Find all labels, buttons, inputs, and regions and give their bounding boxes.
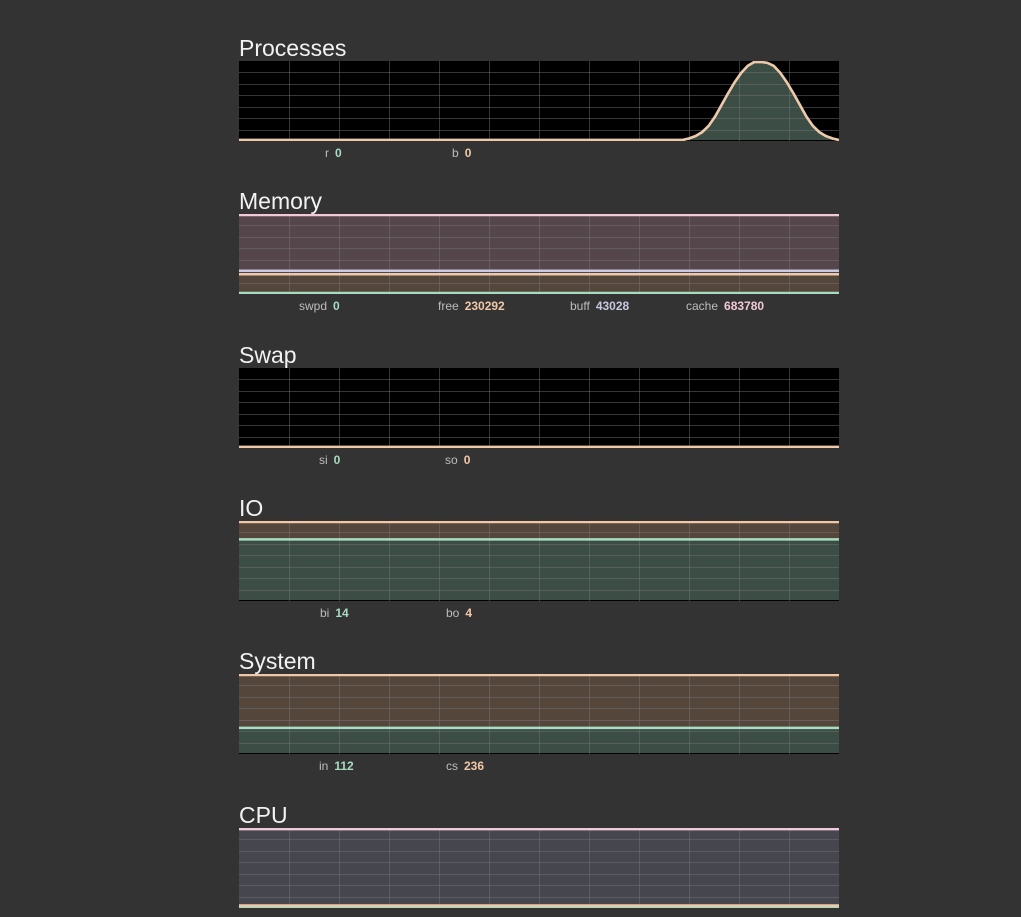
legend-item-cs: cs 236 (446, 759, 484, 773)
legend-label: cache (686, 299, 719, 313)
legend-value: 230292 (464, 299, 505, 313)
section-title: Swap (239, 342, 297, 368)
legend-value: 0 (333, 299, 340, 313)
swap-legend: si 0 so 0 (239, 453, 839, 469)
legend-value: 683780 (724, 299, 765, 313)
legend-item-swpd: swpd 0 (299, 299, 340, 313)
legend-value: 0 (464, 146, 472, 160)
legend-label: cs (446, 759, 458, 773)
legend-label: b (452, 146, 459, 160)
legend-item-so: so 0 (445, 453, 470, 467)
swap-chart (239, 368, 839, 448)
legend-label: swpd (299, 299, 328, 313)
system-chart (239, 674, 839, 754)
legend-label: bi (320, 606, 330, 620)
legend-value: 0 (335, 146, 342, 160)
io-legend: bi 14 bo 4 (239, 606, 839, 622)
legend-value: 43028 (595, 299, 630, 313)
legend-value: 4 (465, 606, 473, 620)
legend-item-bi: bi 14 (320, 606, 349, 620)
memory-chart (239, 214, 839, 294)
processes-legend: r0 b0 (239, 146, 839, 162)
legend-item-r: r0 (325, 146, 342, 160)
legend-item-free: free 230292 (438, 299, 505, 313)
legend-label: free (438, 299, 459, 313)
system-legend: in 112 cs 236 (239, 759, 839, 775)
section-title: Memory (239, 188, 323, 214)
legend-value: 236 (464, 759, 485, 773)
section-title: CPU (239, 802, 288, 828)
legend-label: r (325, 146, 329, 160)
cpu-chart (239, 828, 839, 908)
legend-label: in (319, 759, 329, 773)
legend-label: so (445, 453, 458, 467)
legend-item-si: si 0 (319, 453, 340, 467)
memory-legend: swpd 0 free 230292 buff 43028 cache 683780 (239, 299, 839, 315)
legend-item-bo: bo 4 (446, 606, 472, 620)
processes-chart (239, 61, 839, 141)
legend-value: 112 (334, 759, 354, 773)
legend-item-cache: cache 683780 (686, 299, 764, 313)
legend-label: buff (570, 299, 590, 313)
legend-label: bo (446, 606, 460, 620)
legend-value: 14 (335, 606, 349, 620)
legend-value: 0 (463, 453, 471, 467)
legend-item-in: in 112 (319, 759, 354, 773)
legend-label: si (319, 453, 328, 467)
section-title: Processes (239, 35, 347, 61)
legend-value: 0 (333, 453, 341, 467)
legend-item-buff: buff 43028 (570, 299, 629, 313)
legend-item-b: b0 (452, 146, 471, 160)
section-title: IO (239, 495, 264, 521)
io-chart (239, 521, 839, 601)
section-title: System (239, 648, 316, 674)
